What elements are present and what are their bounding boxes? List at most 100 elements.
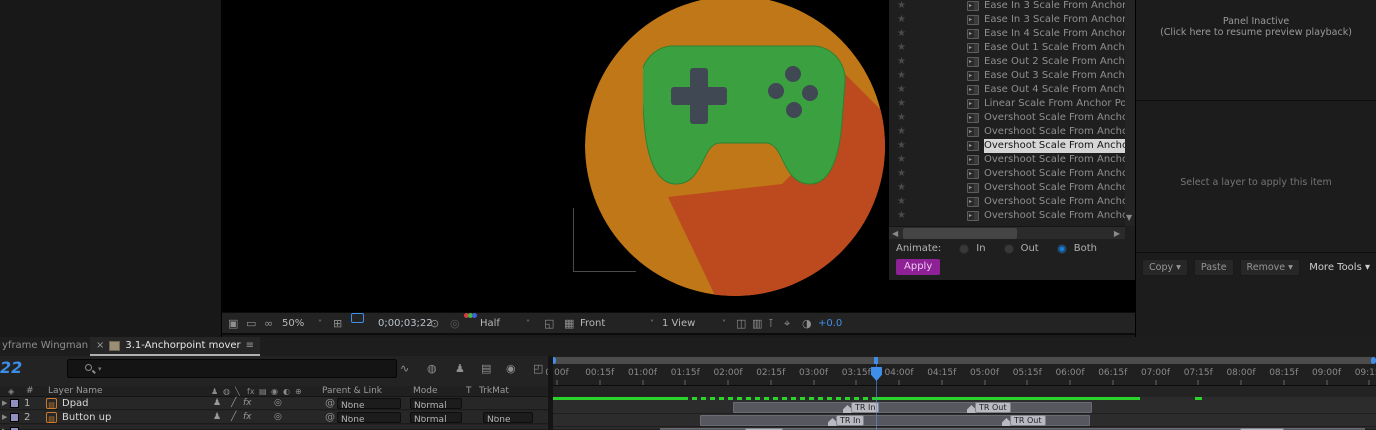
preset-list-item[interactable]: ★▸Overshoot Scale From Anchor Po — [889, 181, 1125, 195]
trkmat-column-header[interactable]: TrkMat — [479, 386, 509, 397]
favorite-star-icon[interactable]: ★ — [897, 97, 906, 111]
preset-list-item[interactable]: ★▸Ease Out 3 Scale From Anchor Po — [889, 69, 1125, 83]
motion-blur-icon[interactable]: ◉ — [506, 359, 516, 378]
switch-column-icon[interactable]: ▤ — [259, 386, 267, 397]
apply-button[interactable]: Apply — [896, 259, 940, 275]
radio-icon[interactable] — [1004, 244, 1014, 254]
animate-radio-out[interactable]: Out — [1004, 243, 1039, 254]
twirl-icon[interactable]: ▶ — [2, 411, 7, 424]
region-of-interest-icon[interactable] — [351, 313, 364, 323]
remove-button[interactable]: Remove ▾ — [1240, 259, 1300, 276]
preset-preview-icon[interactable]: ▸ — [967, 197, 979, 207]
panel-menu-icon[interactable]: ≡ — [246, 340, 254, 351]
mode-dropdown[interactable]: Normal˅ — [410, 412, 462, 423]
preset-preview-icon[interactable]: ▸ — [967, 29, 979, 39]
trkmat-dropdown[interactable]: None˅ — [483, 412, 533, 423]
favorite-star-icon[interactable]: ★ — [897, 27, 906, 41]
tab-keyframe-wingman[interactable]: yframe Wingman — [2, 340, 88, 351]
number-column-header[interactable]: # — [26, 386, 34, 397]
favorite-star-icon[interactable]: ★ — [897, 195, 906, 209]
flowchart-icon[interactable]: ⌖ — [784, 313, 790, 334]
parent-pickwhip-icon[interactable]: @ — [325, 411, 335, 424]
channels-icon[interactable] — [472, 313, 477, 318]
quality-toggle-icon[interactable]: ╱ — [231, 411, 236, 424]
parent-dropdown[interactable]: None˅ — [337, 412, 401, 423]
radio-icon[interactable] — [959, 244, 969, 254]
quality-toggle-icon[interactable]: ╱ — [231, 397, 236, 410]
preset-list-item[interactable]: ★▸Overshoot Scale From Anchor Po — [889, 139, 1125, 153]
preset-list-item[interactable]: ★▸Overshoot Scale From Anchor Po — [889, 209, 1125, 223]
preset-preview-icon[interactable]: ▸ — [967, 99, 979, 109]
copy-button[interactable]: Copy ▾ — [1142, 259, 1188, 276]
mini-flowchart-icon[interactable]: ∿ — [400, 359, 409, 378]
preset-list-item[interactable]: ★▸Ease In 3 Scale From Anchor Poi — [889, 0, 1125, 13]
time-navigator[interactable] — [551, 357, 1376, 364]
tr-out-chip[interactable]: TR Out — [1010, 415, 1046, 426]
preset-preview-icon[interactable]: ▸ — [967, 211, 979, 221]
favorite-star-icon[interactable]: ★ — [897, 41, 906, 55]
pixel-aspect-icon[interactable]: ◫ — [736, 313, 746, 334]
preset-list-item[interactable]: ★▸Ease Out 1 Scale From Anchor Po — [889, 41, 1125, 55]
chevron-down-icon[interactable]: ˅ — [722, 313, 726, 334]
preset-list-item[interactable]: ★▸Overshoot Scale From Anchor Po — [889, 125, 1125, 139]
layer-track[interactable]: TR In TR Out — [553, 401, 1376, 414]
view-orientation-dropdown[interactable]: Front — [580, 313, 605, 334]
layer-row[interactable]: ▶ 1 ▤ Dpad ♟ ╱ fx ◎ @ None˅ Normal˅ — [0, 397, 553, 410]
chevron-down-icon[interactable]: ▾ — [98, 365, 102, 373]
preset-preview-icon[interactable]: ▸ — [967, 169, 979, 179]
show-snapshot-icon[interactable]: ◎ — [450, 313, 460, 334]
preset-list-item[interactable]: ★▸Overshoot Scale From Anchor Po — [889, 195, 1125, 209]
timeline-search-input[interactable] — [108, 361, 388, 376]
preset-preview-icon[interactable]: ▸ — [967, 43, 979, 53]
motion-blur-toggle-icon[interactable]: ◎ — [274, 397, 282, 410]
effects-toggle-icon[interactable]: fx — [243, 397, 252, 410]
tr-in-chip[interactable]: TR In — [836, 415, 864, 426]
switch-column-icon[interactable]: ◍ — [223, 386, 230, 397]
transparency-grid-icon[interactable]: ▦ — [564, 313, 574, 334]
draft-3d-icon[interactable]: ◍ — [427, 359, 437, 378]
favorite-star-icon[interactable]: ★ — [897, 111, 906, 125]
layer-track[interactable]: TR In TR Out — [553, 414, 1376, 427]
scroll-left-icon[interactable]: ◀ — [892, 229, 898, 238]
close-icon[interactable]: × — [96, 340, 104, 351]
favorite-star-icon[interactable]: ★ — [897, 55, 906, 69]
switch-column-icon[interactable]: ⊕ — [295, 386, 302, 397]
scroll-down-icon[interactable]: ▼ — [1126, 213, 1132, 222]
chevron-down-icon[interactable]: ˅ — [318, 313, 322, 334]
shy-toggle-icon[interactable]: ♟ — [213, 411, 221, 424]
layer-duration-bar[interactable] — [733, 402, 1092, 413]
favorite-star-icon[interactable]: ★ — [897, 209, 906, 223]
preset-list-item[interactable]: ★▸Ease In 3 Scale From Anchor Poi — [889, 13, 1125, 27]
twirl-icon[interactable]: ▶ — [2, 397, 7, 410]
label-color-swatch[interactable] — [10, 413, 19, 422]
graph-editor-icon[interactable]: ◰ — [533, 359, 543, 378]
crop-roi-icon[interactable]: ◱ — [544, 313, 554, 334]
favorite-star-icon[interactable]: ★ — [897, 181, 906, 195]
favorite-star-icon[interactable]: ★ — [897, 139, 906, 153]
switch-column-icon[interactable]: ╲ — [235, 386, 240, 397]
effects-toggle-icon[interactable]: fx — [243, 411, 252, 424]
layer-row[interactable]: ▶ 2 ▤ Button up ♟ ╱ fx ◎ @ None˅ Normal˅… — [0, 411, 553, 424]
favorite-star-icon[interactable]: ★ — [897, 153, 906, 167]
mode-column-header[interactable]: Mode — [413, 386, 438, 397]
scrollbar-thumb[interactable] — [903, 228, 1017, 239]
exposure-value[interactable]: +0.0 — [818, 313, 842, 334]
preset-preview-icon[interactable]: ▸ — [967, 71, 979, 81]
switch-column-icon[interactable]: ♟ — [211, 386, 218, 397]
parent-pickwhip-icon[interactable]: @ — [325, 397, 335, 410]
reset-exposure-icon[interactable]: ◑ — [802, 313, 812, 334]
favorite-star-icon[interactable]: ★ — [897, 0, 906, 13]
timeline-track-area[interactable]: TR In TR Out TR In TR Out — [553, 397, 1376, 430]
chevron-down-icon[interactable]: ˅ — [650, 313, 654, 334]
shy-layers-icon[interactable]: ♟ — [455, 359, 465, 378]
tab-anchorpoint-mover[interactable]: × 3.1-Anchorpoint mover ≡ — [90, 337, 260, 356]
favorite-star-icon[interactable]: ★ — [897, 13, 906, 27]
tr-out-chip[interactable]: TR Out — [975, 402, 1011, 413]
grid-guides-icon[interactable]: ⊞ — [333, 313, 342, 334]
timeline-button-icon[interactable]: ⊺ — [768, 313, 774, 334]
switch-column-icon[interactable]: ◉ — [271, 386, 278, 397]
layer-name[interactable]: Button up — [62, 411, 111, 424]
label-color-swatch[interactable] — [10, 399, 19, 408]
shy-toggle-icon[interactable]: ♟ — [213, 397, 221, 410]
t-column-header[interactable]: T — [466, 386, 472, 397]
